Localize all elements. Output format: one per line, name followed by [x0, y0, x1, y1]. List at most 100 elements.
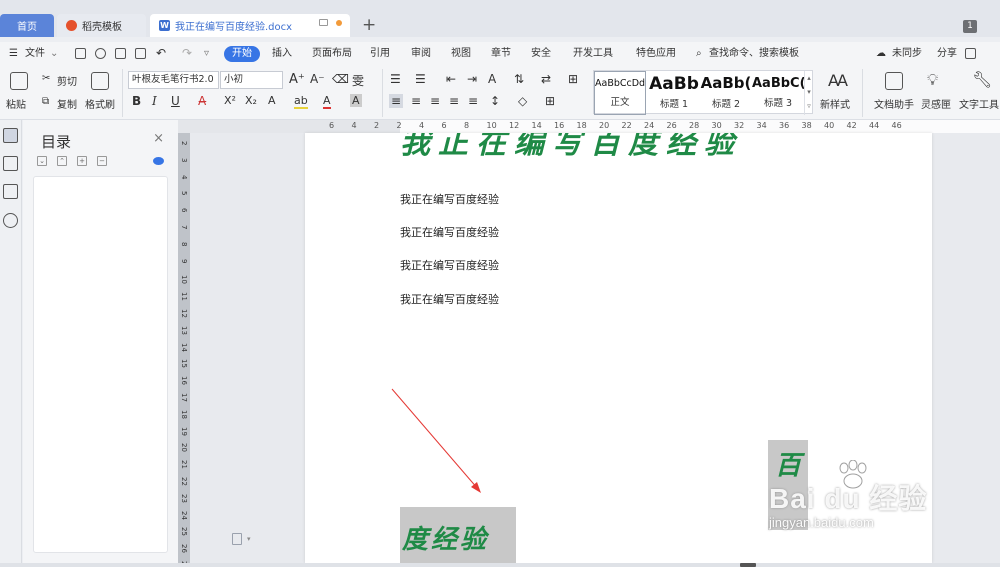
text-effect-icon[interactable]: A: [268, 94, 276, 107]
cloud-sync-icon[interactable]: ☁: [876, 42, 886, 65]
line-direction-icon[interactable]: ⇄: [541, 72, 551, 86]
toc-expand-icon[interactable]: ⌄: [37, 156, 47, 166]
menu-special-apps[interactable]: 特色应用: [636, 42, 676, 65]
sync-status[interactable]: 未同步: [892, 42, 922, 65]
highlight-icon[interactable]: ab: [294, 94, 308, 109]
menu-review[interactable]: 审阅: [411, 42, 431, 65]
format-painter-icon[interactable]: [91, 72, 109, 90]
numbered-list-icon[interactable]: ☰: [415, 72, 426, 86]
menu-chapter[interactable]: 章节: [491, 42, 511, 65]
distribute-icon[interactable]: ≡: [468, 94, 478, 108]
align-left-icon[interactable]: ≡: [389, 94, 404, 108]
copy-icon[interactable]: ⧉: [42, 96, 49, 107]
shading-icon[interactable]: ◇: [518, 94, 527, 108]
new-style-icon[interactable]: Ꜳ: [828, 71, 848, 90]
toc-add-icon[interactable]: +: [77, 156, 87, 166]
font-name-select[interactable]: 叶根友毛笔行书2.0: [128, 71, 219, 89]
underline-button[interactable]: U: [171, 94, 180, 108]
text-tools-button[interactable]: 文字工具: [959, 96, 999, 111]
clear-format-icon[interactable]: ⌫: [332, 72, 349, 86]
undo-icon[interactable]: ↶: [156, 42, 166, 65]
decrease-indent-icon[interactable]: ⇤: [446, 72, 456, 86]
bold-button[interactable]: B: [132, 94, 141, 108]
menu-insert[interactable]: 插入: [272, 42, 292, 65]
menu-start[interactable]: 开始: [224, 46, 260, 62]
horizontal-ruler[interactable]: 6 4 2 2 4 6 8 10 12 14 16 18 20 22 24 26 28 30 32 34 36 38 40 4…: [178, 120, 1000, 133]
toc-nav-icon[interactable]: [3, 128, 18, 143]
new-style-button[interactable]: 新样式: [820, 96, 850, 111]
menu-view[interactable]: 视图: [451, 42, 471, 65]
redo-icon[interactable]: ↷: [182, 42, 192, 65]
close-icon[interactable]: ×: [153, 131, 164, 146]
format-painter-button[interactable]: 格式刷: [85, 96, 115, 111]
scissors-icon[interactable]: ✂: [42, 73, 50, 84]
export-icon[interactable]: [95, 48, 106, 59]
paste-button[interactable]: 粘贴: [6, 96, 26, 111]
unsaved-dot-icon[interactable]: [336, 19, 342, 26]
hamburger-icon[interactable]: ☰: [9, 42, 18, 65]
paste-icon[interactable]: [10, 72, 28, 90]
view-mode-icon[interactable]: [740, 563, 756, 567]
increase-indent-icon[interactable]: ⇥: [467, 72, 477, 86]
cut-button[interactable]: 剪切: [57, 73, 77, 88]
inspiration-button[interactable]: 灵感匣: [921, 96, 951, 111]
window-count-badge[interactable]: 1: [963, 20, 977, 33]
paragraph-layout-icon[interactable]: [232, 533, 242, 545]
new-tab-button[interactable]: +: [362, 15, 376, 35]
subscript-icon[interactable]: X₂: [245, 94, 257, 107]
table-grid-icon[interactable]: ⊞: [568, 72, 578, 86]
font-color-icon[interactable]: A: [323, 94, 331, 109]
align-center-icon[interactable]: ≡: [411, 94, 421, 108]
outline-nav-icon[interactable]: [3, 156, 18, 171]
menu-security[interactable]: 安全: [531, 42, 551, 65]
tab-document[interactable]: W 我正在编写百度经验.docx: [150, 14, 350, 37]
window-icon[interactable]: [319, 19, 328, 26]
doc-assistant-button[interactable]: 文档助手: [874, 96, 914, 111]
font-size-select[interactable]: 小初: [220, 71, 283, 89]
search-command-input[interactable]: 查找命令、搜索模板: [709, 42, 799, 65]
bookmark-nav-icon[interactable]: [3, 184, 18, 199]
menu-page-layout[interactable]: 页面布局: [312, 42, 352, 65]
tab-template[interactable]: 稻壳模板: [57, 14, 146, 37]
toc-collapse-icon[interactable]: ⌃: [57, 156, 67, 166]
save-icon[interactable]: [75, 48, 86, 59]
vertical-ruler[interactable]: 2 3 4 5 6 7 8 9 10 11 12 13 14 15 16 17 18 19 20 21 22 23 24 25…: [178, 133, 190, 567]
tab-home[interactable]: 首页: [0, 14, 54, 37]
toc-list[interactable]: [33, 176, 168, 553]
doc-assistant-icon[interactable]: [885, 72, 903, 90]
print-preview-icon[interactable]: [135, 48, 146, 59]
bullet-list-icon[interactable]: ☰: [390, 72, 401, 86]
lightbulb-icon[interactable]: 💡︎: [927, 70, 938, 90]
copy-button[interactable]: 复制: [57, 96, 77, 111]
style-heading-2[interactable]: AaBb( 标题 2: [700, 71, 752, 115]
border-icon[interactable]: ⊞: [545, 94, 555, 108]
chevron-down-icon[interactable]: ⌄: [50, 42, 58, 65]
toc-view-icon[interactable]: [153, 157, 164, 165]
customize-chevron-icon[interactable]: ▿: [204, 42, 209, 65]
sort-icon[interactable]: ⇅: [514, 72, 524, 86]
find-nav-icon[interactable]: [3, 213, 18, 228]
print-icon[interactable]: [115, 48, 126, 59]
menu-file[interactable]: 文件: [25, 42, 45, 65]
toc-remove-icon[interactable]: −: [97, 156, 107, 166]
char-shading-icon[interactable]: A: [350, 94, 362, 107]
justify-icon[interactable]: ≡: [449, 94, 459, 108]
menu-dev-tools[interactable]: 开发工具: [573, 42, 613, 65]
share-button[interactable]: 分享: [937, 42, 957, 65]
style-normal[interactable]: AaBbCcDd 正文: [594, 71, 646, 115]
italic-button[interactable]: I: [152, 94, 157, 108]
styles-scroll[interactable]: ▴ ▾ ▿: [804, 71, 813, 115]
strikethrough-icon[interactable]: A̶: [198, 94, 206, 108]
chevron-down-icon[interactable]: ▾: [247, 535, 251, 543]
shrink-font-icon[interactable]: A⁻: [310, 72, 325, 86]
style-heading-3[interactable]: AaBbC( 标题 3: [752, 71, 804, 115]
menu-reference[interactable]: 引用: [370, 42, 390, 65]
style-heading-1[interactable]: AaBb 标题 1: [648, 71, 700, 115]
comment-icon[interactable]: [965, 48, 976, 59]
align-right-icon[interactable]: ≡: [430, 94, 440, 108]
grow-font-icon[interactable]: A⁺: [289, 72, 305, 87]
wrench-icon[interactable]: 🔧︎: [972, 70, 992, 89]
superscript-icon[interactable]: X²: [224, 94, 236, 107]
phonetic-icon[interactable]: 雯: [352, 72, 364, 89]
chinese-layout-icon[interactable]: A: [488, 72, 496, 86]
